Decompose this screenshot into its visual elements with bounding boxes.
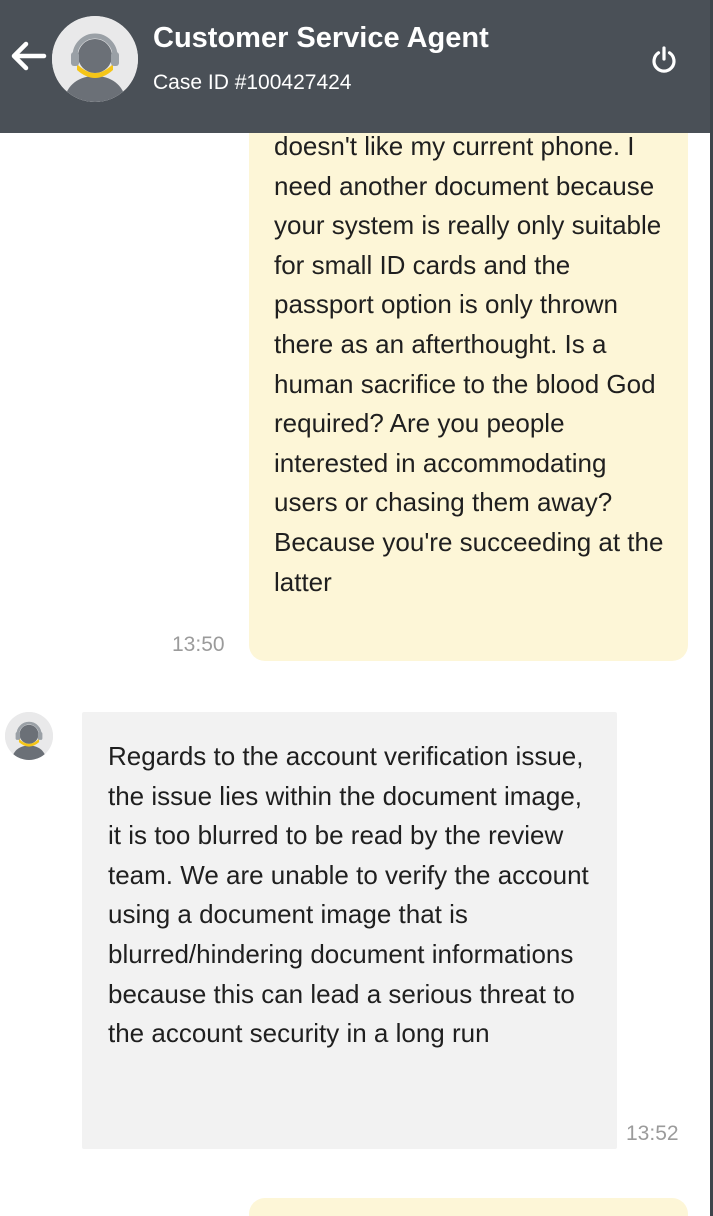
user-message-time: 13:50 (172, 633, 225, 656)
power-icon (652, 46, 676, 73)
end-chat-button[interactable] (644, 40, 684, 80)
chat-header: Customer Service Agent Case ID #10042742… (0, 0, 713, 133)
chat-thread[interactable]: doesn't like my current phone. I need an… (0, 0, 713, 1216)
user-message-bubble: doesn't like my current phone. I need an… (249, 106, 688, 661)
support-agent-avatar-icon (52, 16, 138, 102)
agent-message-text: Regards to the account verification issu… (108, 741, 589, 1049)
agent-header-avatar (52, 16, 138, 102)
user-message-text: doesn't like my current phone. I need an… (274, 131, 664, 597)
user-message-bubble-next (249, 1198, 688, 1216)
back-button[interactable] (8, 38, 50, 74)
support-agent-avatar-icon (5, 712, 53, 760)
agent-message-bubble: Regards to the account verification issu… (82, 712, 617, 1149)
case-id: Case ID #100427424 (153, 71, 352, 94)
agent-message-time: 13:52 (626, 1122, 679, 1145)
agent-title: Customer Service Agent (153, 22, 489, 54)
agent-avatar (5, 712, 53, 760)
arrow-left-icon (11, 41, 47, 71)
